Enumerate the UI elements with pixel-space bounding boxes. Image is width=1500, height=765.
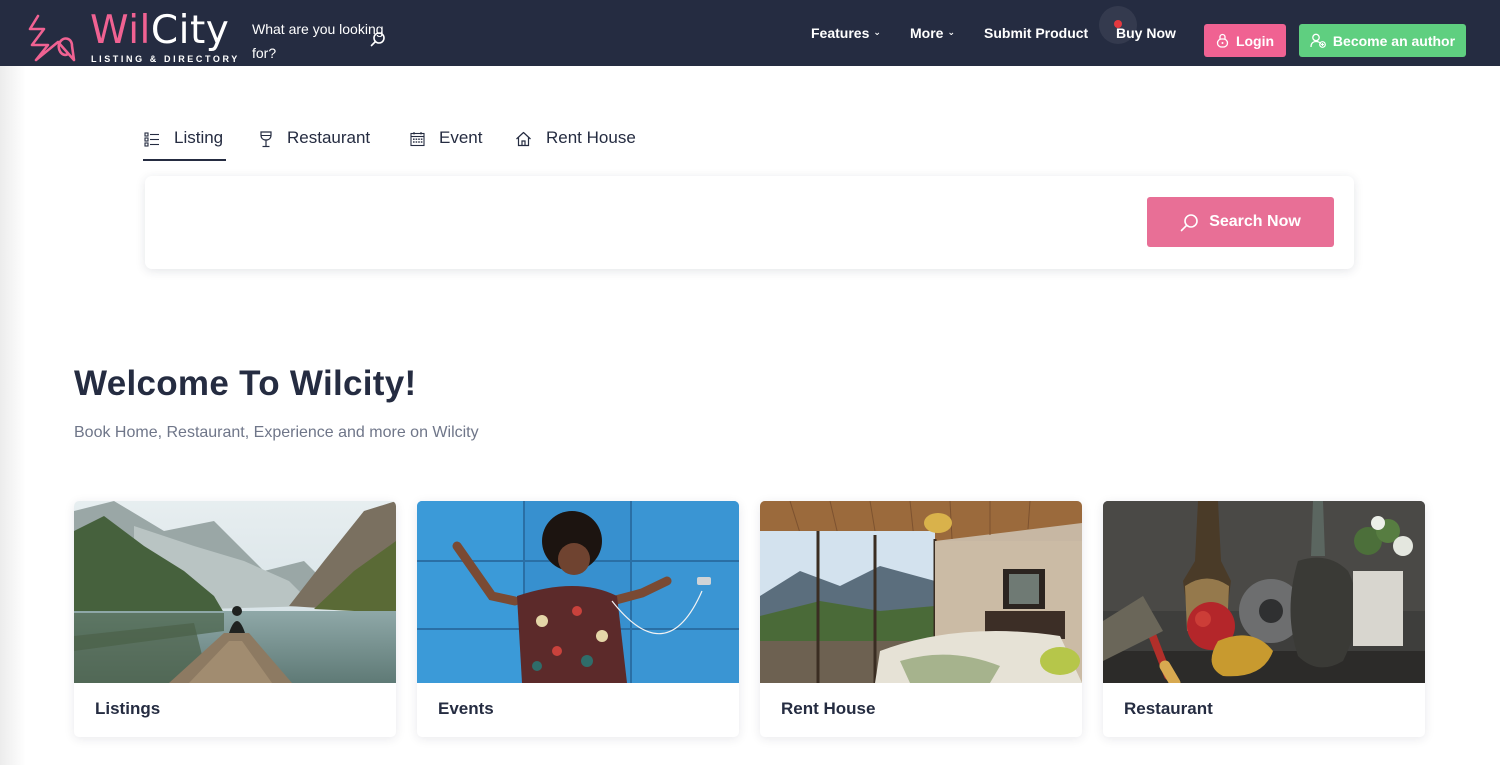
search-now-label: Search Now — [1209, 213, 1301, 230]
category-card-rent-house[interactable]: Rent House — [760, 501, 1082, 737]
card-title: Restaurant — [1124, 699, 1213, 718]
login-button[interactable]: Login — [1204, 24, 1286, 57]
wine-glass-icon — [260, 131, 272, 148]
tab-listing-label: Listing — [174, 128, 224, 147]
logo-word-wil: Wil — [90, 8, 151, 53]
nav-more-label: More — [910, 25, 944, 41]
home-icon — [516, 131, 531, 147]
nav-submit-product[interactable]: Submit Product — [984, 0, 1088, 66]
still-life-food-photo — [1103, 501, 1425, 683]
search-panel: Search Now — [145, 176, 1354, 269]
chevron-down-icon: ⌄ — [873, 26, 881, 37]
nav-features-label: Features — [811, 25, 870, 41]
search-now-button[interactable]: Search Now — [1147, 197, 1334, 247]
active-tab-indicator — [143, 159, 226, 161]
tab-rent-house-label: Rent House — [546, 128, 636, 147]
search-icon — [1180, 213, 1199, 231]
login-label: Login — [1235, 32, 1275, 49]
logo-tagline: LISTING & DIRECTORY — [91, 54, 240, 64]
tab-event[interactable]: Event — [410, 128, 482, 162]
nav-buy-now[interactable]: Buy Now — [1116, 0, 1176, 66]
woman-dancing-photo — [417, 501, 739, 683]
tab-event-label: Event — [439, 128, 483, 147]
category-card-restaurant[interactable]: Restaurant — [1103, 501, 1425, 737]
user-add-icon — [1310, 33, 1326, 48]
become-author-label: Become an author — [1332, 32, 1456, 49]
tab-rent-house[interactable]: Rent House — [515, 128, 636, 162]
category-card-listings[interactable]: Listings — [74, 501, 396, 737]
nav-submit-product-label: Submit Product — [984, 25, 1089, 41]
header-search[interactable]: What are you looking for? — [252, 14, 402, 62]
calendar-icon — [410, 132, 425, 147]
chevron-down-icon: ⌄ — [947, 26, 955, 37]
mountain-lake-photo — [74, 501, 396, 683]
top-header: WilCity LISTING & DIRECTORY What are you… — [0, 0, 1500, 66]
become-author-button[interactable]: Become an author — [1299, 24, 1466, 57]
card-title: Rent House — [781, 699, 876, 718]
card-title: Listings — [95, 699, 161, 718]
logo-word-city: City — [150, 8, 230, 53]
search-icon[interactable] — [370, 31, 386, 47]
tab-listing[interactable]: Listing — [144, 128, 223, 162]
lock-icon — [1216, 33, 1229, 48]
tab-restaurant-label: Restaurant — [287, 128, 371, 147]
nav-features[interactable]: Features ⌄ — [811, 0, 881, 66]
left-edge-shadow — [0, 66, 26, 765]
card-title: Events — [438, 699, 494, 718]
tab-restaurant[interactable]: Restaurant — [259, 128, 370, 162]
bedroom-interior-photo — [760, 501, 1082, 683]
category-card-events[interactable]: Events — [417, 501, 739, 737]
welcome-subtitle: Book Home, Restaurant, Experience and mo… — [74, 424, 479, 441]
wilcity-logo[interactable]: WilCity LISTING & DIRECTORY — [28, 10, 238, 66]
logo-mark-icon — [28, 14, 76, 62]
logo-wordmark: WilCity — [90, 10, 229, 52]
list-icon — [144, 132, 159, 147]
nav-buy-now-label: Buy Now — [1116, 25, 1176, 41]
welcome-title: Welcome To Wilcity! — [74, 364, 417, 403]
nav-more[interactable]: More ⌄ — [910, 0, 955, 66]
